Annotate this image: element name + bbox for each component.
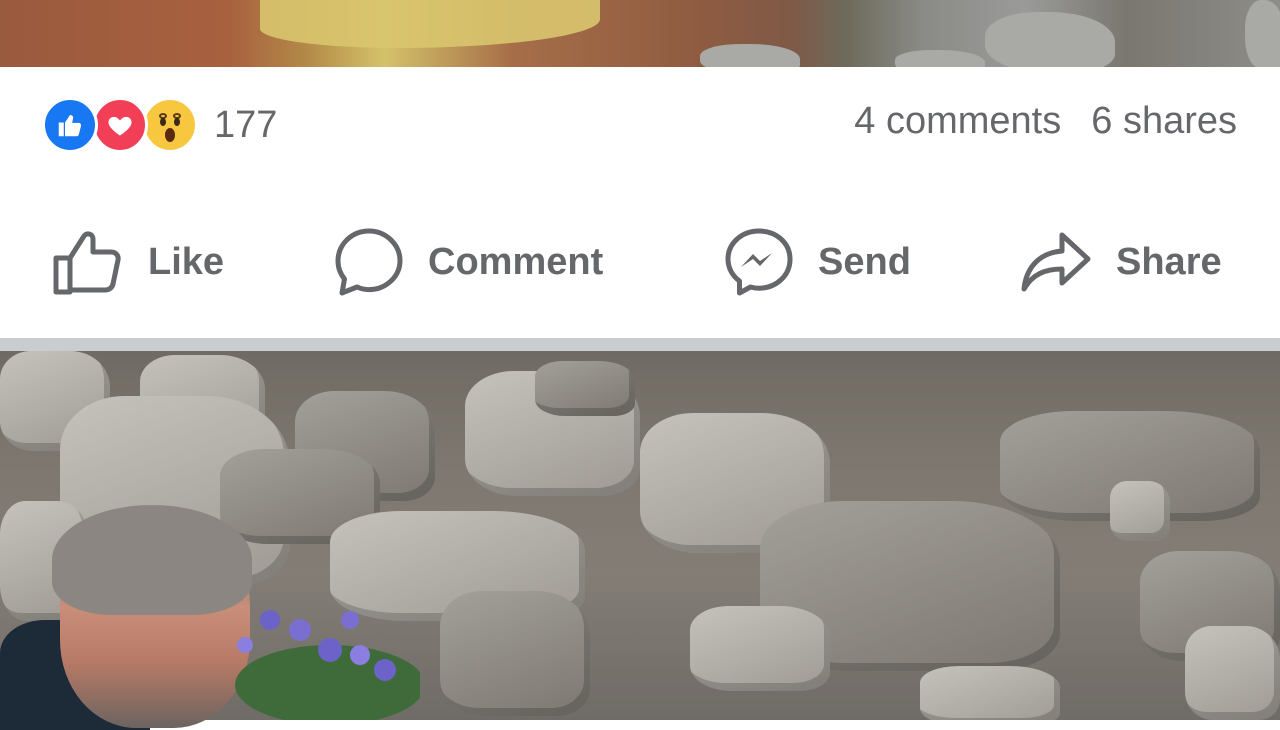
reactions-summary[interactable]: 177 (42, 96, 277, 154)
post-photo-top[interactable] (0, 0, 1280, 67)
like-label: Like (148, 240, 225, 283)
comment-label: Comment (428, 240, 604, 283)
rock (1245, 0, 1280, 67)
messenger-icon (724, 227, 794, 297)
rock (440, 591, 590, 716)
share-button[interactable]: Share (1020, 222, 1222, 302)
like-button[interactable]: Like (52, 222, 224, 302)
rock (535, 361, 635, 416)
rock (1185, 626, 1280, 720)
rock (700, 44, 800, 67)
rock (895, 50, 985, 67)
flowers-cluster (235, 610, 420, 720)
post-action-bar: Like Comment Send Share (0, 222, 1280, 302)
thumbs-up-icon (52, 228, 124, 296)
person-hair (52, 505, 252, 615)
rock (920, 666, 1060, 720)
engagement-stats: 4 comments 6 shares (854, 100, 1237, 143)
rock (690, 606, 830, 691)
comment-bubble-icon (334, 227, 404, 297)
wow-reaction-icon (142, 97, 198, 153)
lichen-patch (260, 0, 600, 48)
share-label: Share (1116, 240, 1222, 283)
feed-divider (0, 338, 1280, 351)
shares-count-link[interactable]: 6 shares (1091, 100, 1237, 143)
rock (1110, 481, 1170, 541)
love-reaction-icon (92, 97, 148, 153)
send-label: Send (818, 240, 911, 283)
like-reaction-icon (42, 97, 98, 153)
share-arrow-icon (1020, 229, 1092, 295)
comments-count-link[interactable]: 4 comments (854, 100, 1061, 143)
reaction-count: 177 (214, 103, 278, 146)
send-button[interactable]: Send (724, 222, 911, 302)
rock (985, 12, 1115, 67)
comment-button[interactable]: Comment (334, 222, 603, 302)
